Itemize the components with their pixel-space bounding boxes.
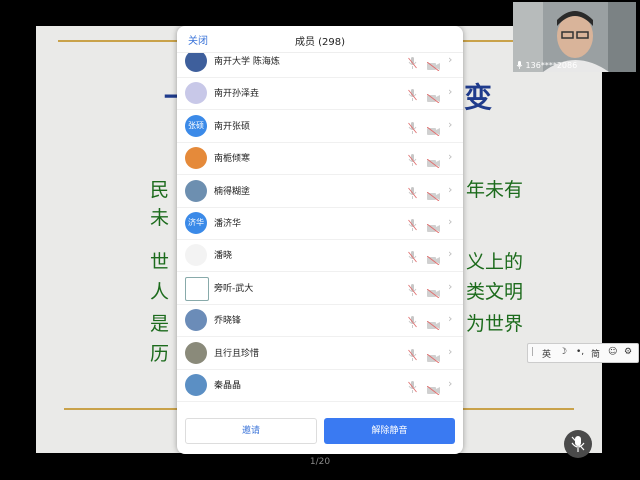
slide-line-1-right: 年未有 bbox=[466, 179, 524, 201]
moon-icon[interactable]: ☽ bbox=[559, 347, 567, 357]
panel-title: 成员 (298) bbox=[294, 37, 346, 48]
video-label: 136****2086 bbox=[516, 61, 577, 70]
chevron-right-icon[interactable]: › bbox=[448, 312, 452, 325]
member-row[interactable]: 张硕 南开张硕 › bbox=[177, 110, 463, 143]
ime-toolbar[interactable]: | 英 ☽ •, 简 ☺ ⚙ bbox=[527, 343, 639, 363]
member-name: 潘晓 bbox=[214, 251, 233, 262]
camera-off-icon[interactable] bbox=[426, 153, 440, 172]
camera-off-icon[interactable] bbox=[426, 315, 440, 334]
ime-handle[interactable]: | bbox=[531, 347, 534, 357]
member-row[interactable]: 旁听-武大 › bbox=[177, 272, 463, 305]
member-name: 楠得糊塗 bbox=[214, 186, 251, 197]
chevron-right-icon[interactable]: › bbox=[448, 215, 452, 228]
member-row[interactable]: 且行且珍惜 › bbox=[177, 337, 463, 370]
member-name: 南开孙泽垚 bbox=[214, 89, 260, 100]
member-name: 且行且珍惜 bbox=[214, 348, 260, 359]
mic-muted-icon[interactable] bbox=[408, 313, 417, 332]
member-row[interactable]: 南开大学 陈海炼 › bbox=[177, 53, 463, 78]
mic-muted-icon[interactable] bbox=[408, 119, 417, 138]
slide-line-3-left: 世 bbox=[150, 251, 170, 273]
chevron-right-icon[interactable]: › bbox=[448, 280, 452, 293]
slide-line-2-left: 未 bbox=[150, 207, 170, 229]
camera-off-icon[interactable] bbox=[426, 380, 440, 399]
slide-line-6-left: 历 bbox=[150, 343, 170, 365]
chevron-right-icon[interactable]: › bbox=[448, 85, 452, 98]
member-row[interactable]: 南栀倾寒 › bbox=[177, 142, 463, 176]
avatar: 张硕 bbox=[185, 114, 207, 137]
member-row[interactable]: 乔晓锋 › bbox=[177, 304, 463, 338]
chevron-right-icon[interactable]: › bbox=[448, 150, 452, 163]
member-row[interactable]: 潘晓 › bbox=[177, 239, 463, 273]
member-name: 南栀倾寒 bbox=[214, 154, 251, 165]
camera-off-icon[interactable] bbox=[426, 186, 440, 205]
slide-line-4-left: 人 bbox=[150, 281, 170, 303]
avatar: 济华 bbox=[185, 212, 207, 234]
mic-muted-icon[interactable] bbox=[408, 86, 417, 105]
camera-off-icon[interactable] bbox=[426, 283, 440, 302]
slide-line-3-right: 义上的 bbox=[466, 251, 524, 273]
member-name: 南开张硕 bbox=[214, 121, 251, 132]
mic-muted-icon[interactable] bbox=[408, 184, 417, 203]
avatar bbox=[185, 374, 207, 396]
mic-muted-icon[interactable] bbox=[408, 346, 417, 365]
panel-header: 关闭 成员 (298) bbox=[177, 26, 463, 53]
mic-muted-icon[interactable] bbox=[408, 151, 417, 170]
chevron-right-icon[interactable]: › bbox=[448, 118, 452, 131]
chevron-right-icon[interactable]: › bbox=[448, 247, 452, 260]
emoji-icon[interactable]: ☺ bbox=[608, 347, 617, 357]
video-thumbnail[interactable]: 136****2086 bbox=[513, 2, 636, 72]
member-name: 旁听-武大 bbox=[214, 283, 254, 294]
mic-muted-icon[interactable] bbox=[408, 378, 417, 397]
avatar bbox=[185, 179, 207, 202]
camera-off-icon[interactable] bbox=[426, 348, 440, 367]
video-label-text: 136****2086 bbox=[525, 61, 578, 70]
member-name: 南开大学 陈海炼 bbox=[214, 57, 280, 67]
member-row[interactable]: 秦晶晶 › bbox=[177, 369, 463, 402]
member-name: 潘济华 bbox=[214, 219, 242, 229]
mic-muted-icon[interactable] bbox=[408, 281, 417, 300]
ime-simplified-toggle[interactable]: 简 bbox=[591, 347, 600, 360]
gear-icon[interactable]: ⚙ bbox=[624, 347, 632, 357]
slide-line-5-left: 是 bbox=[150, 313, 170, 335]
member-row[interactable]: 济华 潘济华 › bbox=[177, 207, 463, 240]
camera-off-icon[interactable] bbox=[426, 56, 440, 75]
avatar bbox=[185, 276, 209, 301]
camera-off-icon[interactable] bbox=[426, 121, 440, 140]
member-row[interactable]: 南开孙泽垚 › bbox=[177, 77, 463, 111]
punctuation-icon[interactable]: •, bbox=[576, 347, 584, 357]
camera-off-icon[interactable] bbox=[426, 250, 440, 269]
mic-muted-icon[interactable] bbox=[408, 216, 417, 235]
avatar bbox=[185, 309, 207, 332]
avatar bbox=[185, 147, 207, 170]
ime-english-toggle[interactable]: 英 bbox=[542, 347, 551, 360]
avatar bbox=[185, 244, 207, 267]
mic-muted-icon bbox=[571, 436, 585, 452]
mic-muted-icon[interactable] bbox=[408, 54, 417, 73]
chevron-right-icon[interactable]: › bbox=[448, 345, 452, 358]
camera-off-icon[interactable] bbox=[426, 218, 440, 237]
invite-button[interactable]: 邀请 bbox=[185, 418, 317, 444]
chevron-right-icon[interactable]: › bbox=[448, 377, 452, 390]
unmute-button[interactable]: 解除静音 bbox=[324, 418, 455, 444]
avatar bbox=[185, 341, 207, 364]
slide-line-1-left: 民 bbox=[150, 179, 170, 201]
member-name: 秦晶晶 bbox=[214, 381, 242, 391]
member-name: 乔晓锋 bbox=[214, 316, 242, 327]
page-indicator: 1/20 bbox=[309, 457, 331, 467]
mic-muted-icon[interactable] bbox=[408, 248, 417, 267]
slide-line-4-right: 类文明 bbox=[466, 281, 524, 303]
mic-icon bbox=[516, 61, 523, 69]
member-row[interactable]: 楠得糊塗 › bbox=[177, 175, 463, 208]
slide-title-right: 变 bbox=[464, 81, 493, 114]
mic-toggle-button[interactable] bbox=[564, 430, 592, 458]
slide-line-5-right: 为世界 bbox=[466, 313, 524, 335]
avatar bbox=[185, 53, 207, 72]
camera-off-icon[interactable] bbox=[426, 88, 440, 107]
chevron-right-icon[interactable]: › bbox=[448, 53, 452, 66]
member-list[interactable]: 南开大学 陈海炼 › 南开孙泽垚 › 张硕 南开张硕 › 南栀倾寒 › 楠得糊塗 › 济华 潘济华 › 潘晓… bbox=[177, 53, 463, 410]
avatar bbox=[185, 82, 207, 105]
chevron-right-icon[interactable]: › bbox=[448, 183, 452, 196]
members-panel: 关闭 成员 (298) 南开大学 陈海炼 › 南开孙泽垚 › 张硕 南开张硕 › 南栀倾寒 › 楠… bbox=[177, 26, 463, 454]
